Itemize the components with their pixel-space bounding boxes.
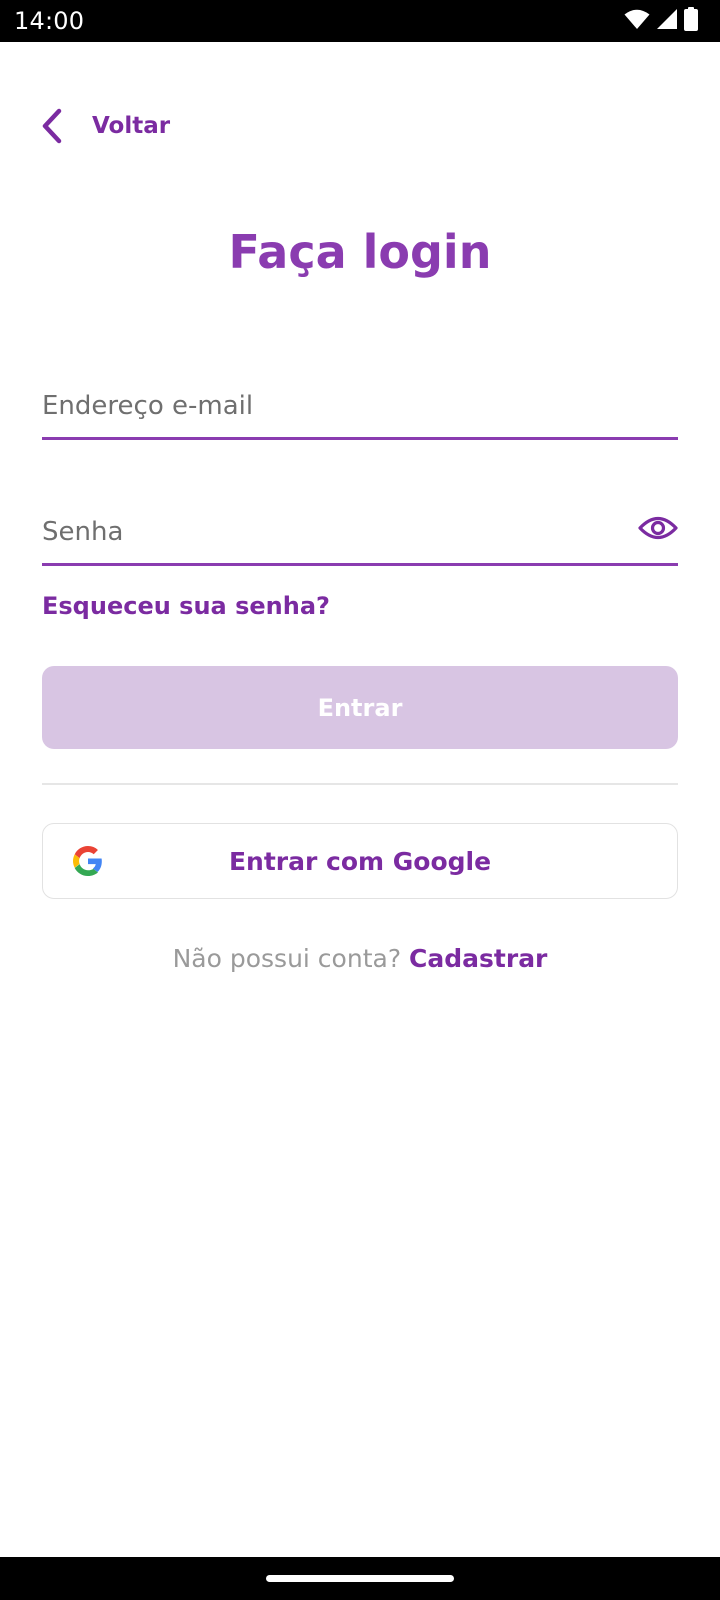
back-button[interactable]: Voltar xyxy=(36,104,170,148)
google-login-label: Entrar com Google xyxy=(228,846,492,876)
back-label: Voltar xyxy=(92,113,171,139)
chevron-left-icon xyxy=(36,106,66,146)
status-time: 14:00 xyxy=(14,7,85,35)
home-indicator[interactable] xyxy=(266,1575,454,1582)
forgot-password-link[interactable]: Esqueceu sua senha? xyxy=(42,592,330,620)
page-title: Faça login xyxy=(228,225,492,279)
signal-icon xyxy=(656,8,678,34)
wifi-icon xyxy=(624,8,650,34)
status-bar: 14:00 xyxy=(0,0,720,42)
login-button[interactable]: Entrar xyxy=(42,666,678,749)
email-field-container xyxy=(42,374,678,440)
google-login-button[interactable]: Entrar com Google xyxy=(42,823,678,899)
divider xyxy=(42,783,678,785)
signup-link[interactable]: Cadastrar xyxy=(409,944,547,973)
password-field-container xyxy=(42,500,678,566)
eye-icon[interactable] xyxy=(638,508,678,548)
email-field[interactable] xyxy=(42,374,678,437)
signup-prompt: Não possui conta? xyxy=(172,944,410,973)
google-icon xyxy=(73,846,103,876)
navigation-bar xyxy=(0,1557,720,1600)
battery-icon xyxy=(684,7,698,35)
signup-row: Não possui conta? Cadastrar xyxy=(0,944,720,973)
password-field[interactable] xyxy=(42,500,602,563)
status-icons xyxy=(624,7,698,35)
